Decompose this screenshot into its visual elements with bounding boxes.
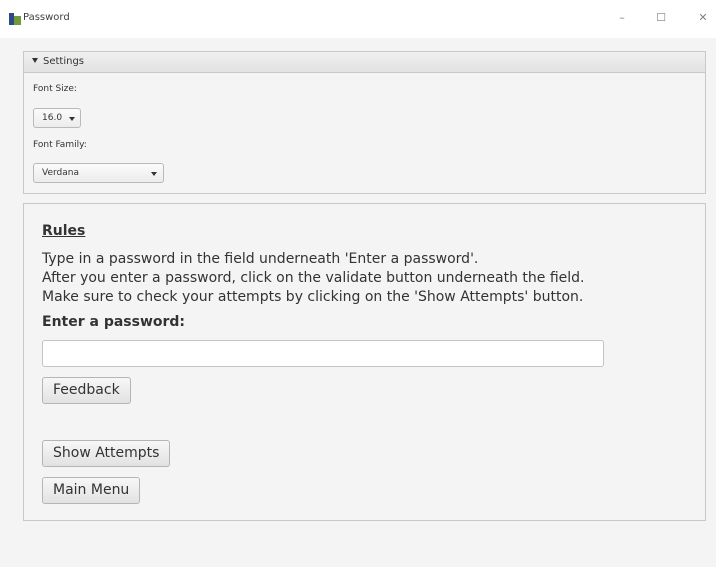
main-pane: Rules Type in a password in the field un…: [23, 203, 706, 521]
rule-line: After you enter a password, click on the…: [42, 270, 585, 286]
rule-line: Type in a password in the field undernea…: [42, 251, 479, 267]
rules-heading: Rules: [42, 223, 86, 239]
title-bar[interactable]: Password – ☐ ✕: [0, 0, 716, 38]
maximize-icon[interactable]: ☐: [651, 10, 671, 26]
chevron-down-icon: [69, 117, 75, 121]
font-size-combo[interactable]: 16.0: [33, 108, 81, 128]
settings-header[interactable]: Settings: [24, 52, 705, 73]
show-attempts-button[interactable]: Show Attempts: [42, 440, 171, 467]
font-family-value: Verdana: [42, 168, 79, 178]
font-size-label: Font Size:: [33, 84, 77, 94]
close-icon[interactable]: ✕: [693, 10, 713, 26]
app-icon: [9, 13, 21, 25]
password-label: Enter a password:: [42, 314, 186, 330]
main-menu-button[interactable]: Main Menu: [42, 477, 141, 504]
password-window: Password – ☐ ✕ Settings Font Size: 16.0 …: [0, 0, 716, 567]
window-title: Password: [23, 12, 70, 23]
rule-line: Make sure to check your attempts by clic…: [42, 289, 584, 305]
font-family-combo[interactable]: Verdana: [33, 163, 164, 183]
settings-title: Settings: [43, 56, 85, 67]
minimize-icon[interactable]: –: [612, 10, 632, 26]
feedback-button[interactable]: Feedback: [42, 377, 131, 404]
font-size-value: 16.0: [42, 113, 63, 123]
font-family-label: Font Family:: [33, 140, 87, 150]
chevron-down-icon: [151, 172, 157, 176]
password-input[interactable]: [42, 340, 604, 367]
collapse-arrow-icon[interactable]: [32, 58, 38, 63]
settings-pane: Settings Font Size: 16.0 Font Family: Ve…: [23, 51, 706, 194]
